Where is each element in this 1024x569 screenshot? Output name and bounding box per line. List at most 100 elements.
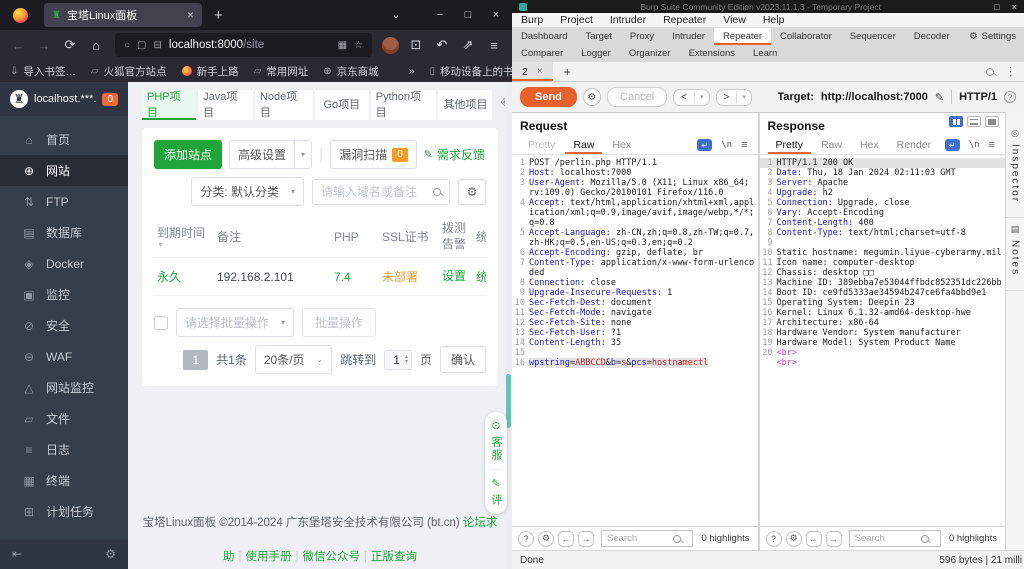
tab-repeater[interactable]: Repeater bbox=[713, 28, 772, 45]
column-header-probe[interactable]: 拨测告警 bbox=[439, 216, 473, 257]
footer-link[interactable]: 使用手册 bbox=[246, 551, 292, 563]
bookmark-item[interactable]: ▱ 火狐官方站点 bbox=[91, 64, 167, 79]
sidebar-item-cron[interactable]: ⊞ 计划任务 bbox=[0, 496, 128, 527]
tab-go[interactable]: Go项目 bbox=[314, 90, 369, 120]
code-line[interactable]: 9 bbox=[760, 238, 1006, 248]
code-line[interactable]: 19 Hardware Model: System Product Name bbox=[760, 338, 1006, 348]
help-icon[interactable]: ? bbox=[765, 530, 782, 547]
bookmark-item[interactable]: ⊕ 京东商城 bbox=[323, 64, 378, 79]
sidebar-item-site-monitor[interactable]: △ 网站监控 bbox=[0, 372, 128, 403]
add-site-button[interactable]: 添加站点 bbox=[154, 140, 223, 169]
back-history-button[interactable]: < ▾ bbox=[673, 88, 710, 106]
code-line[interactable]: 11 Icon name: computer-desktop bbox=[760, 258, 1006, 268]
code-line[interactable]: 8 Connection: close bbox=[512, 278, 758, 288]
prev-match-icon[interactable]: ← bbox=[558, 530, 574, 547]
tab-intruder[interactable]: Intruder bbox=[663, 28, 714, 45]
code-line[interactable]: 2 Date: Thu, 18 Jan 2024 02:11:03 GMT bbox=[760, 168, 1006, 178]
response-viewer[interactable]: 1 HTTP/1.1 200 OK 2 Date: Thu, 18 Jan 2024 … bbox=[759, 154, 1006, 526]
sidebar-gear-icon[interactable]: ⚙ bbox=[105, 547, 116, 561]
code-line[interactable]: 18 Hardware Vendor: System manufacturer bbox=[760, 328, 1006, 338]
repeater-item-tab[interactable]: 2 × bbox=[512, 62, 553, 81]
minimize-button[interactable]: − bbox=[426, 0, 454, 30]
mobile-bookmarks[interactable]: ▯ 移动设备上的书签 bbox=[430, 64, 512, 79]
qr-extension-icon[interactable]: ▦ bbox=[338, 40, 347, 51]
response-tab-render[interactable]: Render bbox=[889, 136, 939, 154]
sidebar-item-waf[interactable]: ⊖ WAF bbox=[0, 341, 128, 372]
code-line[interactable]: 16 wpstring=ABBCCD&b=s&pcs=hostnamectl bbox=[512, 358, 758, 368]
code-line[interactable]: 2 Host: localhost:7000 bbox=[512, 168, 758, 178]
code-line[interactable]: 10 Sec-Fetch-Dest: document bbox=[512, 298, 758, 308]
tab-other[interactable]: 其他项目 bbox=[438, 90, 493, 120]
code-line[interactable]: 1 HTTP/1.1 200 OK bbox=[759, 158, 1005, 168]
advanced-settings-button[interactable]: 高级设置 ▾ bbox=[229, 140, 313, 169]
new-tab-button[interactable]: + bbox=[214, 7, 223, 24]
code-line[interactable]: 5 Connection: Upgrade, close bbox=[760, 198, 1006, 208]
bt-logo-row[interactable]: ♜ localhost.***.**… 0 bbox=[0, 82, 128, 116]
batch-apply-button[interactable]: 批量操作 bbox=[302, 308, 377, 338]
tab-decoder[interactable]: Decoder bbox=[905, 28, 959, 45]
bookmark-item[interactable]: ▱ 常用网址 bbox=[254, 64, 309, 79]
permissions-icon[interactable]: ⊟ bbox=[154, 40, 162, 51]
bookmarks-overflow-icon[interactable]: » bbox=[409, 65, 415, 77]
code-line[interactable]: 15 bbox=[512, 348, 758, 358]
tab-sequencer[interactable]: Sequencer bbox=[841, 28, 905, 45]
code-line[interactable]: 8 Content-Type: text/html;charset=utf-8 bbox=[760, 228, 1006, 238]
request-search-input[interactable] bbox=[607, 533, 669, 544]
column-header-stat[interactable]: 统 bbox=[473, 223, 486, 250]
sidebar-item-website[interactable]: ⊕ 网站 bbox=[0, 155, 128, 186]
code-line[interactable]: 11 Sec-Fetch-Mode: navigate bbox=[512, 308, 758, 318]
site-identity-icon[interactable]: ○ bbox=[124, 40, 130, 51]
search-settings-gear-icon[interactable]: ⚙ bbox=[538, 530, 554, 547]
show-newlines-icon[interactable]: \n bbox=[721, 140, 732, 150]
batch-action-select[interactable]: 请选择批量操作 ▾ bbox=[176, 308, 295, 338]
table-settings-button[interactable]: ⚙ bbox=[458, 178, 486, 205]
sidebar-item-security[interactable]: ⊘ 安全 bbox=[0, 310, 128, 341]
stepper-down-icon[interactable]: ▾ bbox=[405, 359, 408, 365]
tab-close-icon[interactable]: × bbox=[187, 8, 194, 22]
code-line[interactable]: 12 Sec-Fetch-Site: none bbox=[512, 318, 758, 328]
account-avatar[interactable] bbox=[382, 36, 399, 54]
maximize-button[interactable]: □ bbox=[994, 2, 999, 12]
menu-burp[interactable]: Burp bbox=[521, 14, 543, 26]
sidebar-item-monitor[interactable]: ▣ 监控 bbox=[0, 279, 128, 310]
column-header-expire[interactable]: 到期时间 ▼ bbox=[154, 219, 214, 254]
code-line[interactable]: 3 User-Agent: Mozilla/5.0 (X11; Linux x86… bbox=[512, 178, 758, 198]
sort-icon[interactable]: ▼ bbox=[157, 242, 211, 249]
vuln-scan-button[interactable]: 漏洞扫描 0 bbox=[330, 140, 417, 169]
menu-help[interactable]: Help bbox=[763, 14, 785, 26]
code-line[interactable]: 7 Content-Type: application/x-www-form-ur… bbox=[512, 258, 758, 278]
code-line[interactable]: 9 Upgrade-Insecure-Requests: 1 bbox=[512, 288, 758, 298]
help-icon[interactable]: ? bbox=[518, 530, 534, 547]
forward-icon[interactable]: → bbox=[32, 38, 56, 53]
sidebar-item-logs[interactable]: ≡ 日志 bbox=[0, 434, 128, 465]
code-line[interactable]: 13 Sec-Fetch-User: ?1 bbox=[512, 328, 758, 338]
show-newlines-icon[interactable]: \n bbox=[969, 140, 980, 150]
code-line[interactable]: 10 Static hostname: megumin.liyue-cyberar… bbox=[760, 248, 1006, 258]
history-swoosh-icon[interactable]: ↶ bbox=[430, 37, 454, 53]
code-line[interactable]: 17 Architecture: x86-64 bbox=[760, 318, 1006, 328]
footer-link[interactable]: 微信公众号 bbox=[303, 551, 361, 563]
editor-menu-icon[interactable]: ≡ bbox=[741, 139, 747, 151]
close-icon[interactable]: × bbox=[537, 66, 543, 77]
side-tab-inspector[interactable]: ◎ Inspector bbox=[1006, 122, 1024, 219]
cell-php[interactable]: 7.4 bbox=[331, 260, 379, 294]
code-line[interactable]: 14 Content-Length: 35 bbox=[512, 338, 758, 348]
close-button[interactable]: × bbox=[482, 0, 510, 30]
cell-note[interactable]: 192.168.2.101 bbox=[214, 260, 331, 294]
select-all-checkbox[interactable] bbox=[154, 315, 168, 330]
response-tab-raw[interactable]: Raw bbox=[813, 136, 850, 154]
browser-tab[interactable]: ♜ 宝塔Linux面板 × bbox=[44, 3, 202, 27]
code-line[interactable]: 6 Vary: Accept-Encoding bbox=[760, 208, 1006, 218]
site-search-input[interactable] bbox=[321, 184, 427, 199]
tab-node[interactable]: Node项目 bbox=[254, 90, 313, 120]
http-version[interactable]: HTTP/1 bbox=[959, 91, 997, 103]
next-match-icon[interactable]: → bbox=[578, 530, 594, 547]
request-tab-hex[interactable]: Hex bbox=[604, 136, 639, 154]
sidebar-item-docker[interactable]: ◈ Docker bbox=[0, 248, 128, 279]
code-line[interactable]: 6 Accept-Encoding: gzip, deflate, br bbox=[512, 248, 758, 258]
close-button[interactable]: × bbox=[1012, 2, 1017, 12]
tab-java[interactable]: Java项目 bbox=[198, 90, 253, 120]
help-icon[interactable]: ? bbox=[1004, 91, 1016, 103]
send-settings-gear-icon[interactable]: ⚙ bbox=[582, 88, 601, 106]
code-line[interactable]: 15 Operating System: Deepin 23 bbox=[760, 298, 1006, 308]
